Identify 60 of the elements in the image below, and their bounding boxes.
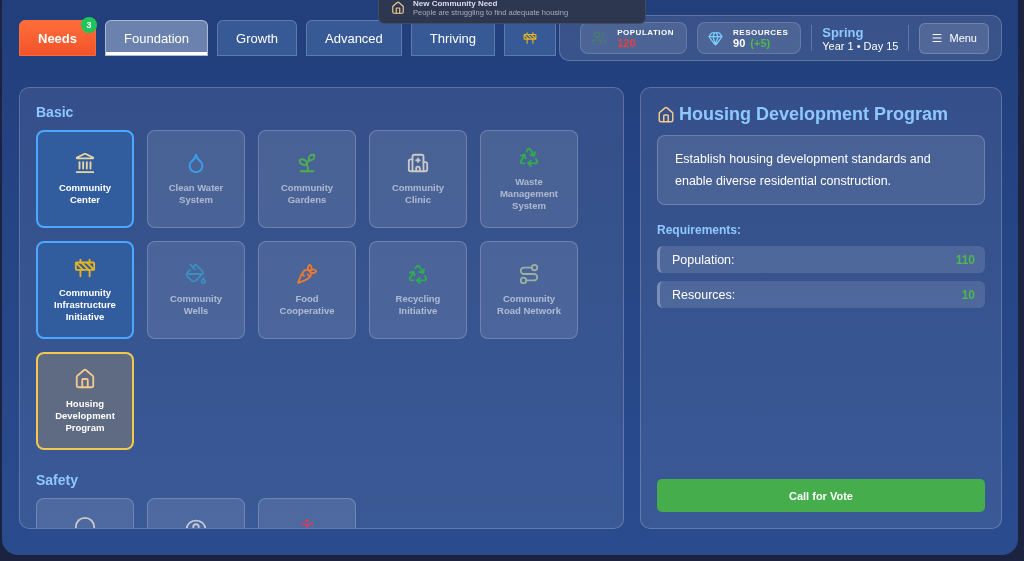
recycle-icon [407,263,429,285]
bucket-icon [185,263,207,285]
project-card[interactable]: Community Infrastructure Initiative [36,241,134,339]
project-card[interactable]: Housing Development Program [36,352,134,450]
count-badge: 3 [81,17,98,33]
people-icon [591,30,608,46]
stat-delta: (+5) [750,36,771,49]
tab[interactable]: Advanced [306,20,402,56]
project-name: Community Center [57,182,113,206]
menu-icon [931,32,944,44]
tab[interactable]: Growth [217,20,297,56]
project-card[interactable]: Clean Water System [147,130,245,228]
tab[interactable]: Needs 3 [19,20,97,56]
season: Spring [822,24,865,40]
project-name: Community Clinic [390,182,446,206]
stat-value: 120 [617,36,637,49]
project-name: Recycling Initiative [394,293,442,317]
stat-value: 90 [733,36,746,49]
landmark-icon [74,152,96,174]
project-name: Community Gardens [279,182,335,206]
project-name: Waste Management System [498,176,560,212]
house-icon [74,368,96,390]
toast-title: New Community Need [413,0,499,8]
description: Establish housing development standards and enable diverse residential construction. [657,135,985,205]
project-card[interactable]: Waste Management System [480,130,578,228]
project-name: Community Road Network [496,293,562,317]
vote-button[interactable]: Call for Vote [657,479,985,512]
hospital-icon [407,152,429,174]
project-name: Community Wells [168,293,224,317]
project-card[interactable]: Food Cooperative [258,241,356,339]
project-card[interactable]: Community Gardens [258,130,356,228]
project-card[interactable]: Community Road Network [480,241,578,339]
requirement-label: Resources: [672,287,736,302]
detail-title: Housing Development Program [679,104,949,125]
house-icon [657,105,675,124]
project-card[interactable]: Community Wells [147,241,245,339]
section-title: Basic [36,104,75,120]
requirement-value: 110 [955,252,975,267]
project-card[interactable]: Recycling Initiative [369,241,467,339]
menu-button[interactable]: Menu [919,22,989,54]
requirement-label: Population: [672,252,735,267]
project-name: Clean Water System [167,182,225,206]
gem-icon [708,30,724,46]
requirement-value: 10 [961,287,975,302]
recycle-icon [518,146,540,168]
house-icon [391,1,405,15]
project-card[interactable]: Community Center [36,130,134,228]
road-icon [518,263,540,285]
date: Year 1 • Day 15 [822,39,899,52]
project-card[interactable]: Community Clinic [369,130,467,228]
tab[interactable]: Foundation [105,20,209,56]
requirements-label: Requirements: [657,223,743,237]
project-name: Community Infrastructure Initiative [53,287,117,323]
stat-label: RESOURCES [733,27,789,37]
stat-label: POPULATION [617,27,675,37]
carrot-icon [296,263,318,285]
project-name: Housing Development Program [54,398,116,434]
project-name: Food Cooperative [278,293,336,317]
sprout-icon [296,152,318,174]
section-title: Safety [36,472,80,488]
